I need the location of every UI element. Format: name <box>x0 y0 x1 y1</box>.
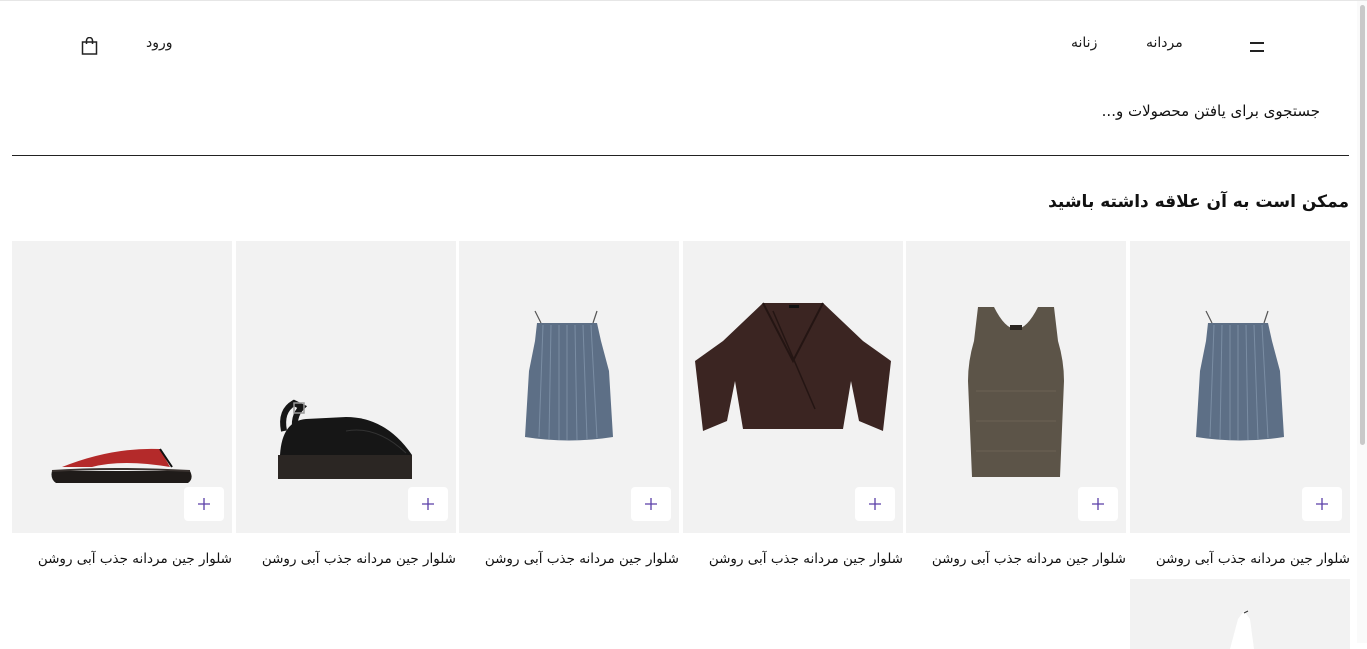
add-to-cart-button[interactable] <box>1302 487 1342 521</box>
scrollbar-thumb[interactable] <box>1360 5 1365 445</box>
plus-icon <box>198 498 210 510</box>
add-to-cart-button[interactable] <box>631 487 671 521</box>
plus-icon <box>645 498 657 510</box>
plus-icon <box>1316 498 1328 510</box>
product-card[interactable]: شلوار جین مردانه جذب آبی روشن <box>12 241 232 567</box>
nav-women[interactable]: زنانه <box>1071 35 1097 51</box>
plus-icon <box>1092 498 1104 510</box>
product-card[interactable]: شلوار جین مردانه جذب آبی روشن <box>236 241 456 567</box>
section-title: ممکن است به آن علاقه داشته باشید <box>1048 192 1349 212</box>
product-image[interactable] <box>906 241 1126 533</box>
product-title[interactable]: شلوار جین مردانه جذب آبی روشن <box>932 551 1126 567</box>
product-card[interactable]: شلوار جین مردانه جذب آبی روشن <box>1130 241 1350 567</box>
product-image[interactable] <box>1130 241 1350 533</box>
product-title[interactable]: شلوار جین مردانه جذب آبی روشن <box>709 551 903 567</box>
add-to-cart-button[interactable] <box>1078 487 1118 521</box>
product-image[interactable] <box>236 241 456 533</box>
login-link[interactable]: ورود <box>146 35 173 51</box>
product-image[interactable] <box>459 241 679 533</box>
product-card[interactable]: شلوار جین مردانه جذب آبی روشن <box>906 241 1126 567</box>
product-image-next-row[interactable] <box>1130 579 1350 649</box>
product-title[interactable]: شلوار جین مردانه جذب آبی روشن <box>1156 551 1350 567</box>
product-card[interactable]: شلوار جین مردانه جذب آبی روشن <box>683 241 903 567</box>
add-to-cart-button[interactable] <box>184 487 224 521</box>
nav-men[interactable]: مردانه <box>1146 35 1183 51</box>
product-title[interactable]: شلوار جین مردانه جذب آبی روشن <box>262 551 456 567</box>
product-title[interactable]: شلوار جین مردانه جذب آبی روشن <box>485 551 679 567</box>
plus-icon <box>869 498 881 510</box>
add-to-cart-button[interactable] <box>855 487 895 521</box>
add-to-cart-button[interactable] <box>408 487 448 521</box>
header: مردانه زنانه ورود <box>0 1 1367 91</box>
shopping-bag-icon[interactable] <box>81 36 98 55</box>
product-grid: شلوار جین مردانه جذب آبی روشن شلوار جین … <box>12 241 1350 581</box>
hamburger-icon[interactable] <box>1250 39 1264 53</box>
search-input[interactable] <box>720 99 1320 123</box>
search-underline <box>12 155 1349 156</box>
product-card[interactable]: شلوار جین مردانه جذب آبی روشن <box>459 241 679 567</box>
product-image[interactable] <box>683 241 903 533</box>
product-image[interactable] <box>12 241 232 533</box>
product-title[interactable]: شلوار جین مردانه جذب آبی روشن <box>38 551 232 567</box>
plus-icon <box>422 498 434 510</box>
